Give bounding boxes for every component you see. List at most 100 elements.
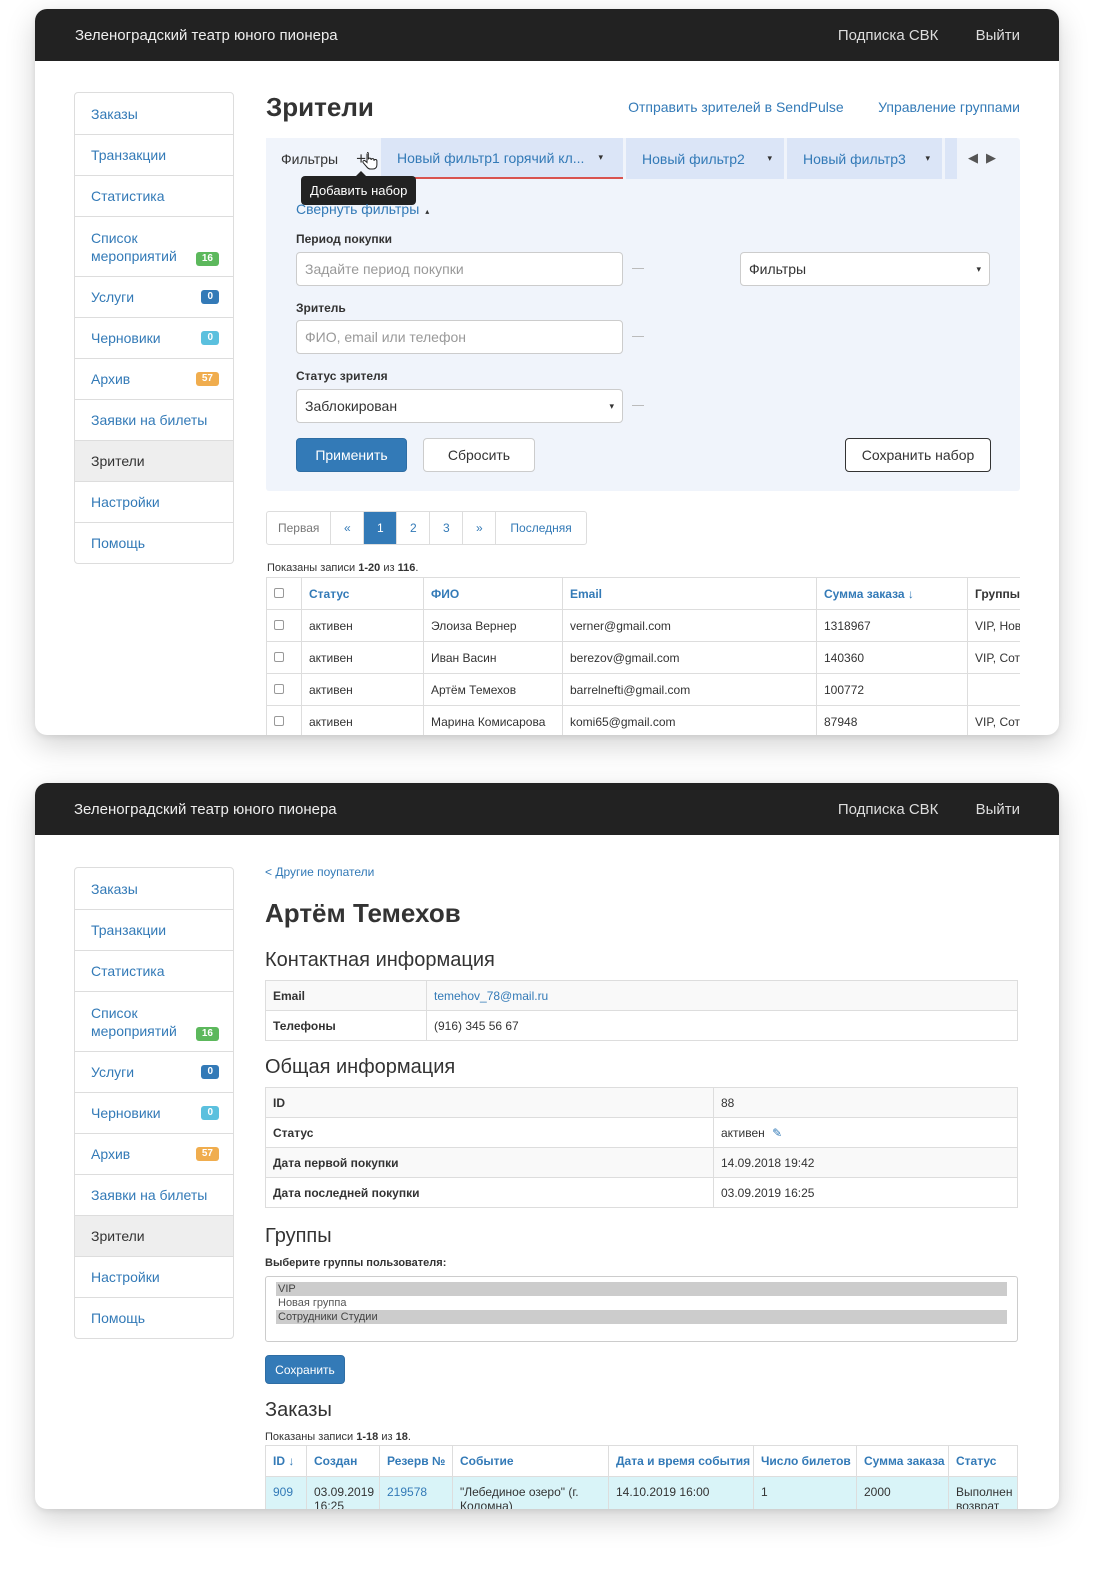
- table-row[interactable]: 909 03.09.2019 16:25 219578 "Лебединое о…: [265, 1476, 1018, 1509]
- table-row[interactable]: активен Элоиза Вернер verner@gmail.com 1…: [266, 609, 1020, 642]
- row-checkbox[interactable]: [274, 651, 284, 662]
- collapse-filters-link[interactable]: Свернуть фильтры ▴: [296, 201, 429, 217]
- orders-records-summary: Показаны записи 1-18 из 18.: [265, 1431, 411, 1443]
- page-first[interactable]: Первая: [267, 512, 330, 544]
- order-id-link[interactable]: 909: [273, 1485, 293, 1499]
- tab-filter-2[interactable]: Новый фильтр2 ▾: [626, 138, 784, 179]
- col-status[interactable]: Статус: [301, 577, 424, 610]
- select-all-checkbox[interactable]: [274, 587, 284, 598]
- sidebar-item-viewers[interactable]: Зрители: [75, 1215, 233, 1256]
- col-order-id[interactable]: ID ↓: [265, 1445, 307, 1477]
- sidebar-menu: Заказы Транзакции Статистика Список меро…: [74, 92, 234, 564]
- caret-down-icon: ▾: [925, 153, 930, 163]
- caret-down-icon: ▾: [598, 152, 603, 162]
- sidebar-item-orders[interactable]: Заказы: [75, 93, 233, 134]
- save-groups-button[interactable]: Сохранить: [265, 1355, 345, 1384]
- viewer-name-title: Артём Темехов: [265, 898, 461, 928]
- sidebar-item-help[interactable]: Помощь: [75, 522, 233, 563]
- sidebar-item-help[interactable]: Помощь: [75, 1297, 233, 1338]
- sidebar-item-statistics[interactable]: Статистика: [75, 175, 233, 216]
- save-set-button[interactable]: Сохранить набор: [845, 438, 991, 472]
- sidebar-item-archive[interactable]: Архив 57: [75, 1133, 233, 1174]
- sidebar-menu: Заказы Транзакции Статистика Список меро…: [74, 867, 234, 1339]
- sidebar-item-drafts[interactable]: Черновики 0: [75, 317, 233, 358]
- sidebar-item-transactions[interactable]: Транзакции: [75, 134, 233, 175]
- page-1[interactable]: 1: [363, 512, 397, 544]
- top-navbar: Зеленоградский театр юного пионера Подпи…: [35, 9, 1059, 61]
- back-link[interactable]: < Другие поупатели: [265, 865, 374, 879]
- sidebar-item-services[interactable]: Услуги 0: [75, 276, 233, 317]
- tab-filter-1[interactable]: Новый фильтр1 горячий кл... ▾: [381, 138, 623, 179]
- group-option[interactable]: Сотрудники Студии: [276, 1310, 1007, 1324]
- sidebar-item-viewers[interactable]: Зрители: [75, 440, 233, 481]
- sidebar-item-settings[interactable]: Настройки: [75, 1256, 233, 1297]
- logout-link[interactable]: Выйти: [976, 27, 1020, 44]
- col-sum[interactable]: Сумма заказа ↓: [816, 577, 968, 610]
- caret-up-icon: ▴: [425, 207, 430, 216]
- group-option[interactable]: VIP: [276, 1282, 1007, 1296]
- orders-table: ID ↓ Создан Резерв № Событие Дата и врем…: [265, 1445, 1018, 1509]
- status-label: Статус зрителя: [296, 369, 388, 383]
- col-reserve[interactable]: Резерв №: [379, 1445, 453, 1477]
- sidebar-item-events[interactable]: Список мероприятий 16: [75, 216, 233, 276]
- col-datetime[interactable]: Дата и время события: [608, 1445, 754, 1477]
- group-option[interactable]: Новая группа: [276, 1296, 1007, 1310]
- filters-select[interactable]: Фильтры ▾: [740, 252, 990, 286]
- pencil-icon[interactable]: ✎: [772, 1126, 782, 1140]
- subscription-link[interactable]: Подписка СВК: [838, 801, 939, 818]
- period-input[interactable]: Задайте период покупки: [296, 252, 623, 286]
- email-link[interactable]: temehov_78@mail.ru: [434, 989, 548, 1003]
- sidebar-item-settings[interactable]: Настройки: [75, 481, 233, 522]
- sidebar-item-events[interactable]: Список мероприятий 16: [75, 991, 233, 1051]
- archive-count-badge: 57: [195, 372, 219, 386]
- col-email[interactable]: Email: [562, 577, 817, 610]
- col-tickets[interactable]: Число билетов: [753, 1445, 857, 1477]
- sidebar-item-archive[interactable]: Архив 57: [75, 358, 233, 399]
- contact-heading: Контактная информация: [265, 949, 495, 971]
- subscription-link[interactable]: Подписка СВК: [838, 27, 939, 44]
- table-row[interactable]: активен Артём Темехов barrelnefti@gmail.…: [266, 673, 1020, 706]
- manage-groups-link[interactable]: Управление группами: [878, 99, 1020, 115]
- apply-button[interactable]: Применить: [296, 438, 407, 472]
- range-dash: [632, 336, 644, 337]
- table-row: Дата последней покупки 03.09.2019 16:25: [265, 1177, 1018, 1208]
- tab-scroll-arrows-icon[interactable]: ◀▶: [968, 150, 1004, 166]
- reset-button[interactable]: Сбросить: [423, 438, 535, 472]
- brand-title[interactable]: Зеленоградский театр юного пионера: [75, 27, 805, 44]
- sidebar-item-ticket-requests[interactable]: Заявки на билеты: [75, 399, 233, 440]
- table-row[interactable]: активен Марина Комисарова komi65@gmail.c…: [266, 705, 1020, 735]
- sidebar-item-orders[interactable]: Заказы: [75, 868, 233, 909]
- page-2[interactable]: 2: [396, 512, 429, 544]
- reserve-link[interactable]: 219578: [387, 1485, 427, 1499]
- contact-table: Email temehov_78@mail.ru Телефоны (916) …: [265, 980, 1018, 1041]
- sidebar-item-drafts[interactable]: Черновики 0: [75, 1092, 233, 1133]
- table-row[interactable]: активен Иван Васин berezov@gmail.com 140…: [266, 641, 1020, 674]
- col-order-sum[interactable]: Сумма заказа: [856, 1445, 949, 1477]
- services-count-badge: 0: [201, 1065, 219, 1079]
- records-summary: Показаны записи 1-20 из 116.: [267, 562, 419, 574]
- sidebar-item-services[interactable]: Услуги 0: [75, 1051, 233, 1092]
- col-name[interactable]: ФИО: [423, 577, 563, 610]
- row-checkbox[interactable]: [274, 715, 284, 726]
- col-event[interactable]: Событие: [452, 1445, 609, 1477]
- row-checkbox[interactable]: [274, 683, 284, 694]
- page-3[interactable]: 3: [429, 512, 462, 544]
- logout-link[interactable]: Выйти: [976, 801, 1020, 818]
- sidebar-item-ticket-requests[interactable]: Заявки на билеты: [75, 1174, 233, 1215]
- viewer-search-input[interactable]: ФИО, email или телефон: [296, 320, 623, 354]
- sidebar-item-statistics[interactable]: Статистика: [75, 950, 233, 991]
- page-last[interactable]: Последняя: [495, 512, 585, 544]
- tab-overflow[interactable]: [945, 138, 957, 179]
- status-select[interactable]: Заблокирован ▾: [296, 389, 623, 423]
- sendpulse-link[interactable]: Отправить зрителей в SendPulse: [628, 99, 844, 115]
- page-prev[interactable]: «: [330, 512, 363, 544]
- tab-filter-3[interactable]: Новый фильтр3 ▾: [787, 138, 942, 179]
- col-order-status[interactable]: Статус: [948, 1445, 1018, 1477]
- sidebar-item-transactions[interactable]: Транзакции: [75, 909, 233, 950]
- page-next[interactable]: »: [462, 512, 495, 544]
- brand-title[interactable]: Зеленоградский театр юного пионера: [74, 801, 805, 818]
- row-checkbox[interactable]: [274, 619, 284, 630]
- col-created[interactable]: Создан: [306, 1445, 380, 1477]
- groups-multiselect[interactable]: VIP Новая группа Сотрудники Студии: [265, 1276, 1018, 1342]
- table-row: ID 88: [265, 1087, 1018, 1118]
